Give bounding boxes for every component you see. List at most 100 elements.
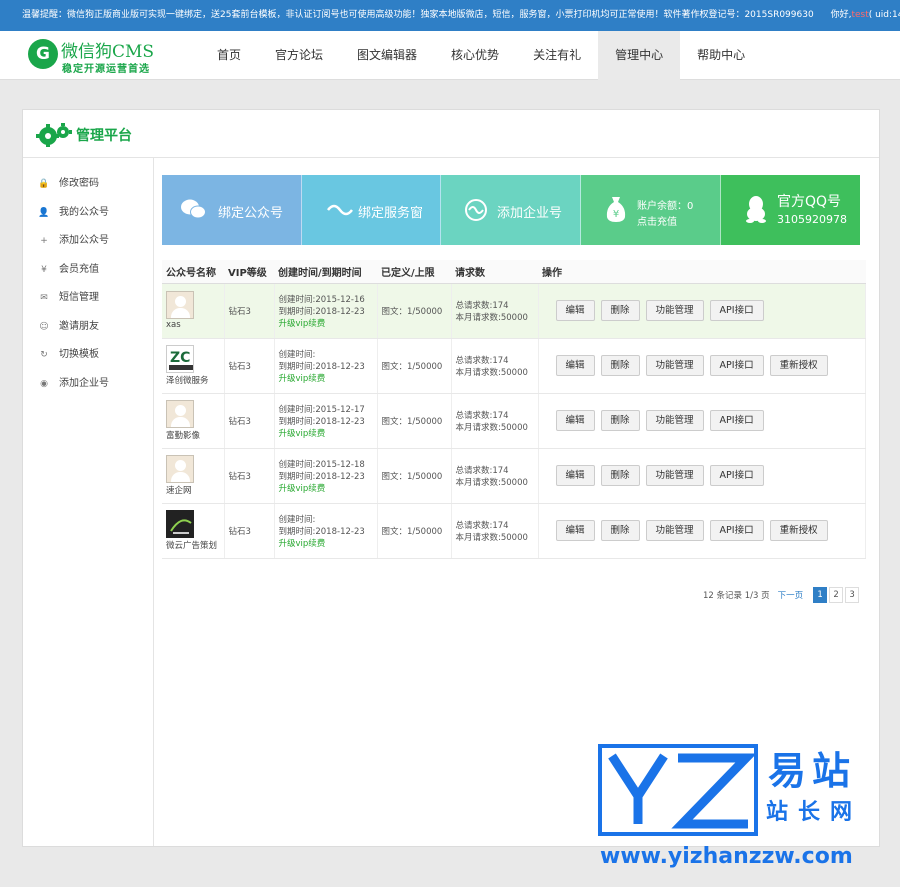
edit-button[interactable]: 编辑 [555, 520, 595, 541]
vip-level: 钻石3 [224, 338, 275, 394]
upgrade-link[interactable]: 升级vip续费 [279, 317, 377, 329]
expire-time: 到期时间:2018-12-23 [278, 361, 365, 372]
logo[interactable]: G 微信狗CMS 稳定开源运营首选 [28, 36, 168, 76]
page-3[interactable]: 3 [845, 587, 860, 603]
watermark-title: 易站 [768, 749, 857, 793]
sidebar-item-sms[interactable]: ✉ 短信管理 [23, 284, 153, 313]
menu-item-home[interactable]: 首页 [200, 31, 258, 80]
add-enterprise-card[interactable]: 添加企业号 [441, 175, 581, 245]
feature-manage-button[interactable]: 功能管理 [645, 410, 704, 431]
menu-item-editor[interactable]: 图文编辑器 [340, 31, 434, 80]
quota: 图文：1/50000 [377, 283, 452, 339]
delete-button[interactable]: 删除 [600, 355, 640, 376]
bind-service-card[interactable]: 绑定服务窗 [302, 175, 441, 245]
delete-button[interactable]: 删除 [600, 300, 640, 321]
created-time: 创建时间: [278, 349, 316, 360]
api-button[interactable]: API接口 [709, 355, 764, 376]
delete-button[interactable]: 删除 [600, 520, 640, 541]
col-header-actions: 操作 [538, 260, 866, 284]
sidebar-item-label: 添加公众号 [59, 235, 109, 246]
upgrade-link[interactable]: 升级vip续费 [279, 537, 377, 549]
notice-text: 温馨提醒：微信狗正版商业版可实现一键绑定，送25套前台模板，非认证订阅号也可使用… [22, 10, 814, 20]
account-name[interactable]: 富勤影像 [166, 429, 224, 441]
reauthorize-button[interactable]: 重新授权 [769, 520, 828, 541]
delete-button[interactable]: 删除 [600, 465, 640, 486]
table-row: 富勤影像 钻石3 创建时间:2015-12-17 到期时间:2018-12-23 升… [162, 393, 866, 449]
account-name[interactable]: 速企网 [166, 484, 224, 496]
vip-level: 钻石3 [224, 283, 275, 339]
menu-item-forum[interactable]: 官方论坛 [258, 31, 340, 80]
quota: 图文：1/50000 [377, 393, 452, 449]
pagination: 12 条记录 1/3 页 下一页 1 2 3 [703, 587, 860, 603]
accounts-table: 公众号名称 VIP等级 创建时间/到期时间 已定义/上限 请求数 操作 xas … [162, 260, 866, 559]
delete-button[interactable]: 删除 [600, 410, 640, 431]
table-row: 微云广告策划 钻石3 创建时间: 到期时间:2018-12-23 升级vip续费 图… [162, 503, 866, 559]
feature-manage-button[interactable]: 功能管理 [645, 300, 704, 321]
qq-card[interactable]: 官方QQ号 3105920978 [721, 175, 860, 245]
edit-button[interactable]: 编辑 [555, 300, 595, 321]
upgrade-link[interactable]: 升级vip续费 [279, 372, 377, 384]
logo-mark: G [28, 39, 58, 69]
api-button[interactable]: API接口 [709, 465, 764, 486]
month-requests: 本月请求数:50000 [455, 367, 528, 378]
menu-item-help[interactable]: 帮助中心 [680, 31, 762, 80]
edit-button[interactable]: 编辑 [555, 410, 595, 431]
api-button[interactable]: API接口 [709, 410, 764, 431]
account-name[interactable]: xas [166, 320, 224, 330]
feature-manage-button[interactable]: 功能管理 [645, 520, 704, 541]
expire-time: 到期时间:2018-12-23 [278, 416, 365, 427]
bind-mp-card[interactable]: 绑定公众号 [162, 175, 302, 245]
add-enterprise-label: 添加企业号 [497, 206, 563, 221]
quota: 图文：1/50000 [377, 448, 452, 504]
user-icon: 👤 [38, 207, 50, 218]
account-name[interactable]: 微云广告策划 [166, 539, 224, 551]
col-header-requests: 请求数 [451, 260, 538, 284]
sidebar-item-my-accounts[interactable]: 👤 我的公众号 [23, 199, 153, 228]
sidebar-item-change-password[interactable]: 🔒 修改密码 [23, 170, 153, 199]
quota: 图文：1/50000 [377, 503, 452, 559]
sidebar-item-add-account[interactable]: + 添加公众号 [23, 227, 153, 256]
upgrade-link[interactable]: 升级vip续费 [279, 427, 377, 439]
total-requests: 总请求数:174 [455, 300, 509, 311]
logo-subtitle: 稳定开源运营首选 [62, 64, 150, 75]
sidebar-item-switch-template[interactable]: ↻ 切换模板 [23, 341, 153, 370]
account-name[interactable]: 泽创微服务 [166, 374, 224, 386]
expire-time: 到期时间:2018-12-23 [278, 471, 365, 482]
total-requests: 总请求数:174 [455, 355, 509, 366]
feature-manage-button[interactable]: 功能管理 [645, 355, 704, 376]
quota: 图文：1/50000 [377, 338, 452, 394]
edit-button[interactable]: 编辑 [555, 465, 595, 486]
sidebar-item-invite[interactable]: ☺ 邀请朋友 [23, 313, 153, 342]
reauthorize-button[interactable]: 重新授权 [769, 355, 828, 376]
feature-manage-button[interactable]: 功能管理 [645, 465, 704, 486]
api-button[interactable]: API接口 [709, 300, 764, 321]
vip-level: 钻石3 [224, 503, 275, 559]
greeting: 你好, [830, 10, 852, 20]
sidebar-item-label: 修改密码 [59, 178, 99, 189]
total-requests: 总请求数:174 [455, 465, 509, 476]
money-bag-icon: ¥ [606, 197, 626, 222]
recharge-link[interactable]: 点击充值 [637, 213, 677, 228]
menu-item-follow-gift[interactable]: 关注有礼 [516, 31, 598, 80]
created-time: 创建时间:2015-12-18 [278, 459, 365, 470]
sidebar-item-recharge[interactable]: ¥ 会员充值 [23, 256, 153, 285]
qq-title: 官方QQ号 [777, 194, 842, 210]
next-page-link[interactable]: 下一页 [778, 589, 804, 601]
balance-text: 账户余额：0 [637, 201, 694, 212]
watermark-logo [598, 744, 758, 836]
bind-mp-label: 绑定公众号 [218, 206, 284, 221]
username[interactable]: test [851, 10, 868, 20]
upgrade-link[interactable]: 升级vip续费 [279, 482, 377, 494]
menu-item-management[interactable]: 管理中心 [598, 31, 681, 80]
edit-button[interactable]: 编辑 [555, 355, 595, 376]
sidebar-item-add-enterprise[interactable]: ◉ 添加企业号 [23, 370, 153, 399]
menu-item-advantages[interactable]: 核心优势 [434, 31, 516, 80]
page-2[interactable]: 2 [829, 587, 844, 603]
sidebar-item-label: 短信管理 [59, 292, 99, 303]
page-1[interactable]: 1 [813, 587, 828, 603]
sidebar-item-label: 邀请朋友 [59, 320, 99, 332]
avatar [166, 455, 194, 483]
api-button[interactable]: API接口 [709, 520, 764, 541]
col-header-name: 公众号名称 [162, 260, 224, 284]
balance-card[interactable]: ¥ 账户余额：0 点击充值 [581, 175, 721, 245]
